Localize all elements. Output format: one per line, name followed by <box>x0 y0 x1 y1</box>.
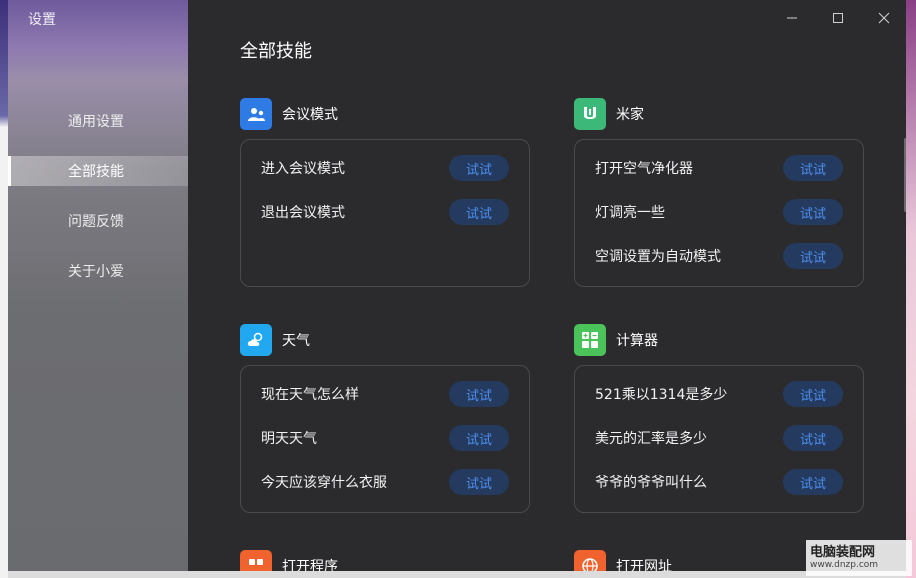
command-label: 今天应该穿什么衣服 <box>261 475 387 491</box>
close-button[interactable] <box>864 4 904 32</box>
globe-icon <box>574 550 606 571</box>
maximize-button[interactable] <box>818 4 858 32</box>
skill-name: 打开网址 <box>616 559 672 571</box>
settings-window: 设置 通用设置 全部技能 问题反馈 关于小爱 全部技能 会议模式 进入会议模式 … <box>8 0 906 571</box>
watermark-url: www.dnzp.com <box>810 560 879 570</box>
apps-icon <box>240 550 272 571</box>
try-button[interactable]: 试试 <box>783 425 843 451</box>
sidebar-item-general[interactable]: 通用设置 <box>8 106 188 136</box>
scrollbar-thumb[interactable] <box>904 138 906 212</box>
minimize-button[interactable] <box>772 4 812 32</box>
skill-name: 天气 <box>282 333 310 349</box>
minimize-icon <box>787 17 797 19</box>
try-button[interactable]: 试试 <box>783 155 843 181</box>
watermark-title: 电脑装配网 <box>810 545 876 560</box>
list-item: 打开空气净化器 试试 <box>595 155 843 181</box>
window-title: 设置 <box>28 12 56 28</box>
try-button[interactable]: 试试 <box>449 381 509 407</box>
list-item: 灯调亮一些 试试 <box>595 199 843 225</box>
command-label: 现在天气怎么样 <box>261 387 359 403</box>
skill-header-open-url: 打开网址 <box>574 550 672 571</box>
skill-header-weather: 天气 <box>240 324 310 356</box>
calculator-icon <box>574 324 606 356</box>
maximize-icon <box>833 13 843 23</box>
skill-name: 会议模式 <box>282 107 338 123</box>
list-item: 明天天气 试试 <box>261 425 509 451</box>
mijia-icon <box>574 98 606 130</box>
command-label: 爷爷的爷爷叫什么 <box>595 475 707 491</box>
command-label: 521乘以1314是多少 <box>595 387 728 403</box>
meeting-icon <box>240 98 272 130</box>
sidebar-item-all-skills[interactable]: 全部技能 <box>8 156 188 186</box>
try-button[interactable]: 试试 <box>783 469 843 495</box>
list-item: 今天应该穿什么衣服 试试 <box>261 469 509 495</box>
skill-name: 米家 <box>616 107 644 123</box>
list-item: 进入会议模式 试试 <box>261 155 509 181</box>
weather-icon <box>240 324 272 356</box>
skill-header-calculator: 计算器 <box>574 324 658 356</box>
page-title: 全部技能 <box>240 41 312 62</box>
skill-header-open-app: 打开程序 <box>240 550 338 571</box>
close-icon <box>878 12 890 24</box>
sidebar: 设置 通用设置 全部技能 问题反馈 关于小爱 <box>8 0 188 571</box>
command-label: 美元的汇率是多少 <box>595 431 707 447</box>
sidebar-item-about[interactable]: 关于小爱 <box>8 256 188 286</box>
try-button[interactable]: 试试 <box>783 199 843 225</box>
skill-name: 计算器 <box>616 333 658 349</box>
command-label: 打开空气净化器 <box>595 161 693 177</box>
command-label: 明天天气 <box>261 431 317 447</box>
try-button[interactable]: 试试 <box>449 155 509 181</box>
skill-card-weather: 现在天气怎么样 试试 明天天气 试试 今天应该穿什么衣服 试试 <box>240 365 530 513</box>
list-item: 521乘以1314是多少 试试 <box>595 381 843 407</box>
try-button[interactable]: 试试 <box>783 243 843 269</box>
list-item: 爷爷的爷爷叫什么 试试 <box>595 469 843 495</box>
try-button[interactable]: 试试 <box>449 469 509 495</box>
try-button[interactable]: 试试 <box>783 381 843 407</box>
watermark: 电脑装配网 www.dnzp.com <box>806 540 912 576</box>
sidebar-item-feedback[interactable]: 问题反馈 <box>8 206 188 236</box>
command-label: 进入会议模式 <box>261 161 345 177</box>
skill-name: 打开程序 <box>282 559 338 571</box>
try-button[interactable]: 试试 <box>449 199 509 225</box>
list-item: 美元的汇率是多少 试试 <box>595 425 843 451</box>
desktop-background-left <box>0 0 8 578</box>
skill-card-meeting: 进入会议模式 试试 退出会议模式 试试 <box>240 139 530 287</box>
skill-card-calculator: 521乘以1314是多少 试试 美元的汇率是多少 试试 爷爷的爷爷叫什么 试试 <box>574 365 864 513</box>
desktop-background-right <box>906 0 916 578</box>
command-label: 退出会议模式 <box>261 205 345 221</box>
skill-header-meeting: 会议模式 <box>240 98 338 130</box>
try-button[interactable]: 试试 <box>449 425 509 451</box>
skill-header-mijia: 米家 <box>574 98 644 130</box>
list-item: 现在天气怎么样 试试 <box>261 381 509 407</box>
command-label: 空调设置为自动模式 <box>595 249 721 265</box>
skill-card-mijia: 打开空气净化器 试试 灯调亮一些 试试 空调设置为自动模式 试试 <box>574 139 864 287</box>
list-item: 空调设置为自动模式 试试 <box>595 243 843 269</box>
list-item: 退出会议模式 试试 <box>261 199 509 225</box>
command-label: 灯调亮一些 <box>595 205 665 221</box>
